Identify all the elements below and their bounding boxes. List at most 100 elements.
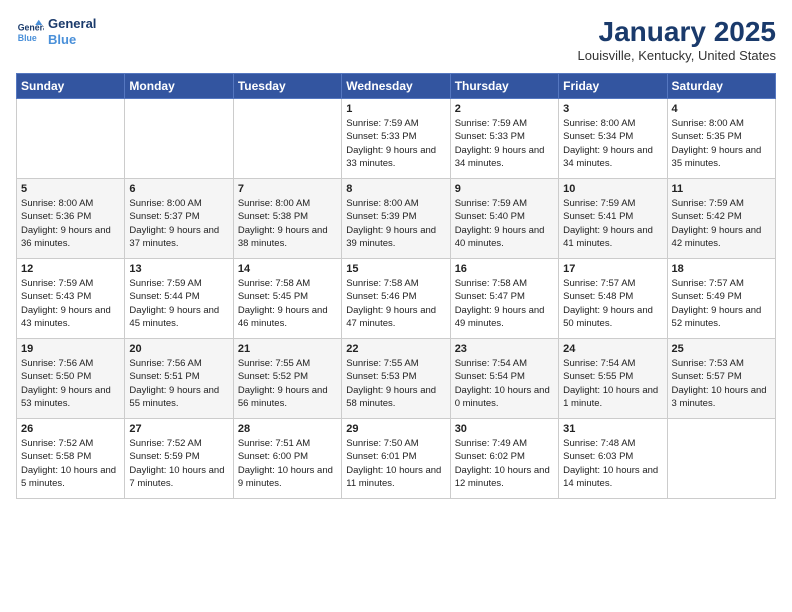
day-info: Sunrise: 7:58 AM Sunset: 5:46 PM Dayligh… <box>346 277 445 330</box>
day-number: 28 <box>238 423 337 435</box>
day-info: Sunrise: 7:54 AM Sunset: 5:54 PM Dayligh… <box>455 357 554 410</box>
svg-text:Blue: Blue <box>18 32 37 42</box>
day-info: Sunrise: 7:49 AM Sunset: 6:02 PM Dayligh… <box>455 437 554 490</box>
calendar-day-26: 26Sunrise: 7:52 AM Sunset: 5:58 PM Dayli… <box>17 419 125 499</box>
calendar-day-29: 29 Sunrise: 7:50 AM Sunset: 6:01 PM Dayli… <box>342 419 450 499</box>
calendar-day-13: 13 Sunrise: 7:59 AM Sunset: 5:44 PM Dayli… <box>125 259 233 339</box>
day-info: Sunrise: 8:00 AM Sunset: 5:34 PM Dayligh… <box>563 117 662 170</box>
day-header-thursday: Thursday <box>450 74 558 99</box>
calendar-day-16: 16 Sunrise: 7:58 AM Sunset: 5:47 PM Dayli… <box>450 259 558 339</box>
logo: General Blue General Blue <box>16 16 96 47</box>
day-info: Sunrise: 7:57 AM Sunset: 5:48 PM Dayligh… <box>563 277 662 330</box>
day-info: Sunrise: 7:57 AM Sunset: 5:49 PM Dayligh… <box>672 277 771 330</box>
day-number: 8 <box>346 183 445 195</box>
day-info: Sunrise: 7:59 AM Sunset: 5:44 PM Dayligh… <box>129 277 228 330</box>
day-info: Sunrise: 8:00 AM Sunset: 5:39 PM Dayligh… <box>346 197 445 250</box>
day-number: 25 <box>672 343 771 355</box>
day-header-sunday: Sunday <box>17 74 125 99</box>
day-info: Sunrise: 7:52 AM Sunset: 5:59 PM Dayligh… <box>129 437 228 490</box>
calendar-empty <box>233 99 341 179</box>
calendar-day-7: 7 Sunrise: 8:00 AM Sunset: 5:38 PM Daylig… <box>233 179 341 259</box>
day-number: 9 <box>455 183 554 195</box>
calendar-day-25: 25Sunrise: 7:53 AM Sunset: 5:57 PM Dayli… <box>667 339 775 419</box>
day-number: 11 <box>672 183 771 195</box>
page-header: General Blue General Blue January 2025 L… <box>16 16 776 63</box>
day-number: 30 <box>455 423 554 435</box>
day-number: 19 <box>21 343 120 355</box>
day-number: 22 <box>346 343 445 355</box>
calendar-week-1: 1 Sunrise: 7:59 AM Sunset: 5:33 PM Daylig… <box>17 99 776 179</box>
logo-text: General Blue <box>48 16 96 47</box>
day-info: Sunrise: 7:54 AM Sunset: 5:55 PM Dayligh… <box>563 357 662 410</box>
logo-icon: General Blue <box>16 18 44 46</box>
title-block: January 2025 Louisville, Kentucky, Unite… <box>578 16 776 63</box>
day-number: 1 <box>346 103 445 115</box>
calendar-empty <box>17 99 125 179</box>
calendar-day-18: 18Sunrise: 7:57 AM Sunset: 5:49 PM Dayli… <box>667 259 775 339</box>
calendar-week-5: 26Sunrise: 7:52 AM Sunset: 5:58 PM Dayli… <box>17 419 776 499</box>
day-info: Sunrise: 7:48 AM Sunset: 6:03 PM Dayligh… <box>563 437 662 490</box>
day-number: 27 <box>129 423 228 435</box>
day-header-friday: Friday <box>559 74 667 99</box>
calendar-header-row: SundayMondayTuesdayWednesdayThursdayFrid… <box>17 74 776 99</box>
day-number: 7 <box>238 183 337 195</box>
calendar-day-30: 30 Sunrise: 7:49 AM Sunset: 6:02 PM Dayli… <box>450 419 558 499</box>
calendar-day-10: 10 Sunrise: 7:59 AM Sunset: 5:41 PM Dayli… <box>559 179 667 259</box>
day-number: 10 <box>563 183 662 195</box>
day-info: Sunrise: 8:00 AM Sunset: 5:35 PM Dayligh… <box>672 117 771 170</box>
calendar-day-23: 23 Sunrise: 7:54 AM Sunset: 5:54 PM Dayli… <box>450 339 558 419</box>
day-info: Sunrise: 7:59 AM Sunset: 5:33 PM Dayligh… <box>346 117 445 170</box>
calendar-day-15: 15Sunrise: 7:58 AM Sunset: 5:46 PM Dayli… <box>342 259 450 339</box>
day-info: Sunrise: 7:59 AM Sunset: 5:41 PM Dayligh… <box>563 197 662 250</box>
day-info: Sunrise: 8:00 AM Sunset: 5:37 PM Dayligh… <box>129 197 228 250</box>
calendar-week-3: 12Sunrise: 7:59 AM Sunset: 5:43 PM Dayli… <box>17 259 776 339</box>
day-number: 16 <box>455 263 554 275</box>
calendar-day-9: 9 Sunrise: 7:59 AM Sunset: 5:40 PM Daylig… <box>450 179 558 259</box>
day-number: 2 <box>455 103 554 115</box>
day-header-wednesday: Wednesday <box>342 74 450 99</box>
day-info: Sunrise: 8:00 AM Sunset: 5:38 PM Dayligh… <box>238 197 337 250</box>
day-number: 17 <box>563 263 662 275</box>
month-title: January 2025 <box>578 16 776 48</box>
day-number: 12 <box>21 263 120 275</box>
calendar-day-5: 5 Sunrise: 8:00 AM Sunset: 5:36 PM Daylig… <box>17 179 125 259</box>
calendar-day-6: 6Sunrise: 8:00 AM Sunset: 5:37 PM Daylig… <box>125 179 233 259</box>
calendar-day-22: 22 Sunrise: 7:55 AM Sunset: 5:53 PM Dayli… <box>342 339 450 419</box>
calendar-day-24: 24Sunrise: 7:54 AM Sunset: 5:55 PM Dayli… <box>559 339 667 419</box>
day-info: Sunrise: 7:55 AM Sunset: 5:53 PM Dayligh… <box>346 357 445 410</box>
day-info: Sunrise: 7:50 AM Sunset: 6:01 PM Dayligh… <box>346 437 445 490</box>
day-number: 13 <box>129 263 228 275</box>
day-number: 20 <box>129 343 228 355</box>
calendar-day-20: 20 Sunrise: 7:56 AM Sunset: 5:51 PM Dayli… <box>125 339 233 419</box>
day-info: Sunrise: 7:56 AM Sunset: 5:50 PM Dayligh… <box>21 357 120 410</box>
calendar-week-2: 5 Sunrise: 8:00 AM Sunset: 5:36 PM Daylig… <box>17 179 776 259</box>
day-header-tuesday: Tuesday <box>233 74 341 99</box>
calendar-day-28: 28 Sunrise: 7:51 AM Sunset: 6:00 PM Dayli… <box>233 419 341 499</box>
day-number: 26 <box>21 423 120 435</box>
calendar-body: 1 Sunrise: 7:59 AM Sunset: 5:33 PM Daylig… <box>17 99 776 499</box>
calendar-day-27: 27 Sunrise: 7:52 AM Sunset: 5:59 PM Dayli… <box>125 419 233 499</box>
calendar-day-17: 17 Sunrise: 7:57 AM Sunset: 5:48 PM Dayli… <box>559 259 667 339</box>
day-info: Sunrise: 7:58 AM Sunset: 5:47 PM Dayligh… <box>455 277 554 330</box>
calendar-day-12: 12Sunrise: 7:59 AM Sunset: 5:43 PM Dayli… <box>17 259 125 339</box>
day-info: Sunrise: 7:59 AM Sunset: 5:40 PM Dayligh… <box>455 197 554 250</box>
calendar-day-14: 14 Sunrise: 7:58 AM Sunset: 5:45 PM Dayli… <box>233 259 341 339</box>
calendar-empty <box>125 99 233 179</box>
calendar-day-31: 31 Sunrise: 7:48 AM Sunset: 6:03 PM Dayli… <box>559 419 667 499</box>
day-info: Sunrise: 7:56 AM Sunset: 5:51 PM Dayligh… <box>129 357 228 410</box>
calendar-week-4: 19 Sunrise: 7:56 AM Sunset: 5:50 PM Dayli… <box>17 339 776 419</box>
day-info: Sunrise: 7:55 AM Sunset: 5:52 PM Dayligh… <box>238 357 337 410</box>
calendar-day-19: 19 Sunrise: 7:56 AM Sunset: 5:50 PM Dayli… <box>17 339 125 419</box>
day-info: Sunrise: 7:58 AM Sunset: 5:45 PM Dayligh… <box>238 277 337 330</box>
day-number: 29 <box>346 423 445 435</box>
calendar-day-4: 4Sunrise: 8:00 AM Sunset: 5:35 PM Daylig… <box>667 99 775 179</box>
day-number: 5 <box>21 183 120 195</box>
day-info: Sunrise: 7:51 AM Sunset: 6:00 PM Dayligh… <box>238 437 337 490</box>
day-number: 23 <box>455 343 554 355</box>
day-number: 14 <box>238 263 337 275</box>
day-number: 21 <box>238 343 337 355</box>
day-info: Sunrise: 8:00 AM Sunset: 5:36 PM Dayligh… <box>21 197 120 250</box>
day-header-saturday: Saturday <box>667 74 775 99</box>
day-header-monday: Monday <box>125 74 233 99</box>
day-number: 31 <box>563 423 662 435</box>
